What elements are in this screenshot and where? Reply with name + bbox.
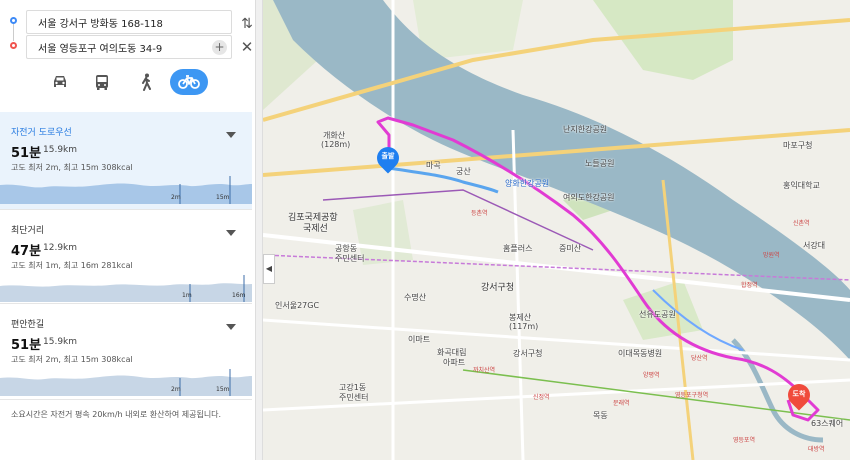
map-label: (128m) — [321, 140, 351, 149]
end-address-input[interactable]: 서울 영등포구 여의도동 34-9 + — [26, 35, 232, 59]
end-marker-icon — [10, 42, 17, 49]
route-name: 편안한길 — [11, 320, 45, 330]
station-label: 망원역 — [763, 252, 780, 259]
graph-high-label: 15m — [216, 194, 230, 201]
graph-high-label: 16m — [232, 292, 246, 299]
station-label: 대방역 — [808, 446, 825, 453]
map-label: 인서울27GC — [275, 301, 320, 310]
map-label: 양화한강공원 — [505, 179, 550, 188]
chevron-down-icon[interactable] — [226, 324, 236, 330]
station-label: 당산역 — [691, 355, 708, 362]
route-distance: 15.9km — [43, 145, 78, 155]
map-label: 강서구청 — [513, 349, 543, 358]
route-elevation-info: 고도 최저 2m, 최고 15m 308kcal — [11, 355, 133, 364]
map-label: 홈플러스 — [503, 244, 533, 253]
map-label: 63스퀘어 — [811, 419, 844, 428]
map-label: 마곡 — [426, 161, 441, 170]
start-marker-icon — [10, 17, 17, 24]
route-option-bike-priority[interactable]: 자전거 도로우선 51분 15.9km 고도 최저 2m, 최고 15m 308… — [0, 112, 252, 210]
start-address-text: 서울 강서구 방화동 168-118 — [38, 18, 163, 30]
graph-high-label: 15m — [216, 386, 230, 393]
collapse-panel-button[interactable]: ◀ — [263, 254, 275, 284]
route-option-comfortable[interactable]: 편안한길 51분 15.9km 고도 최저 2m, 최고 15m 308kcal… — [0, 304, 252, 400]
map-label: 마포구청 — [783, 141, 813, 150]
station-label: 까치산역 — [473, 367, 496, 374]
map-label: 홍익대학교 — [783, 181, 820, 190]
station-label: 영등포구청역 — [675, 392, 709, 399]
start-pin-label: 출발 — [381, 152, 395, 160]
chevron-down-icon[interactable] — [226, 132, 236, 138]
elevation-graph: 2m 15m — [0, 366, 252, 396]
add-waypoint-button[interactable]: + — [212, 40, 227, 55]
map-label: 주민센터 — [335, 254, 365, 263]
station-label: 신촌역 — [793, 220, 810, 227]
map-label: 난지한강공원 — [563, 125, 608, 134]
walk-icon — [142, 73, 151, 91]
map-label: 서강대 — [803, 241, 826, 250]
bus-mode-button[interactable] — [86, 68, 118, 96]
map-label: 아파트 — [443, 358, 466, 367]
duration-note: 소요시간은 자전거 평속 20km/h 내외로 환산하여 제공됩니다. — [11, 410, 222, 419]
map-label: 노들공원 — [585, 159, 615, 168]
map-label: 궁산 — [456, 167, 471, 176]
route-time: 47분 — [11, 244, 42, 259]
route-option-shortest[interactable]: 최단거리 47분 12.9km 고도 최저 1m, 최고 16m 281kcal… — [0, 210, 252, 304]
map-label: 증미산 — [559, 244, 582, 253]
map-label: 수명산 — [404, 293, 427, 302]
bus-icon — [96, 74, 108, 90]
graph-low-label: 2m — [171, 386, 181, 393]
route-distance: 12.9km — [43, 243, 78, 253]
station-label: 영등포역 — [733, 437, 756, 444]
bicycle-icon — [178, 75, 200, 89]
map-label: 여의도한강공원 — [563, 193, 615, 202]
end-address-text: 서울 영등포구 여의도동 34-9 — [38, 43, 163, 55]
swap-direction-button[interactable]: ⇅ — [240, 15, 254, 33]
map-label: 강서구청 — [481, 283, 515, 293]
map-label: 주민센터 — [339, 393, 369, 402]
map-label: 이마트 — [408, 335, 431, 344]
map-label: 목동 — [593, 411, 608, 420]
graph-low-label: 2m — [171, 194, 181, 201]
route-time: 51분 — [11, 338, 42, 353]
route-distance: 15.9km — [43, 337, 78, 347]
graph-low-label: 1m — [182, 292, 192, 299]
route-time: 51분 — [11, 146, 42, 161]
map-label: 이대목동병원 — [618, 349, 663, 358]
map-label: (117m) — [509, 322, 539, 331]
map-view[interactable]: 개화산 (128m) 마곡 궁산 강서구청 등촌역 홈플러스 증미산 수명산 이… — [263, 0, 850, 460]
station-label: 합정역 — [741, 282, 758, 289]
route-name: 자전거 도로우선 — [11, 128, 72, 138]
station-label: 등촌역 — [471, 210, 488, 217]
route-elevation-info: 고도 최저 1m, 최고 16m 281kcal — [11, 261, 133, 270]
elevation-graph: 2m 15m — [0, 174, 252, 204]
station-label: 신정역 — [533, 394, 550, 401]
route-connector-line — [13, 24, 14, 41]
car-icon — [54, 76, 66, 87]
station-label: 문래역 — [613, 400, 630, 407]
bicycle-mode-button[interactable] — [170, 69, 208, 95]
panel-divider — [255, 0, 263, 460]
map-label: 국제선 — [303, 224, 328, 234]
route-elevation-info: 고도 최저 2m, 최고 15m 308kcal — [11, 163, 133, 172]
elevation-graph: 1m 16m — [0, 272, 252, 302]
end-pin-label: 도착 — [792, 390, 806, 398]
chevron-down-icon[interactable] — [226, 230, 236, 236]
map-label: 선유도공원 — [639, 310, 676, 319]
close-button[interactable]: ✕ — [240, 38, 254, 56]
route-name: 최단거리 — [11, 226, 45, 236]
station-label: 양평역 — [643, 372, 660, 379]
walk-mode-button[interactable] — [130, 68, 162, 96]
start-address-input[interactable]: 서울 강서구 방화동 168-118 — [26, 10, 232, 34]
directions-panel: 서울 강서구 방화동 168-118 서울 영등포구 여의도동 34-9 + ⇅… — [0, 0, 255, 460]
car-mode-button[interactable] — [44, 68, 76, 96]
